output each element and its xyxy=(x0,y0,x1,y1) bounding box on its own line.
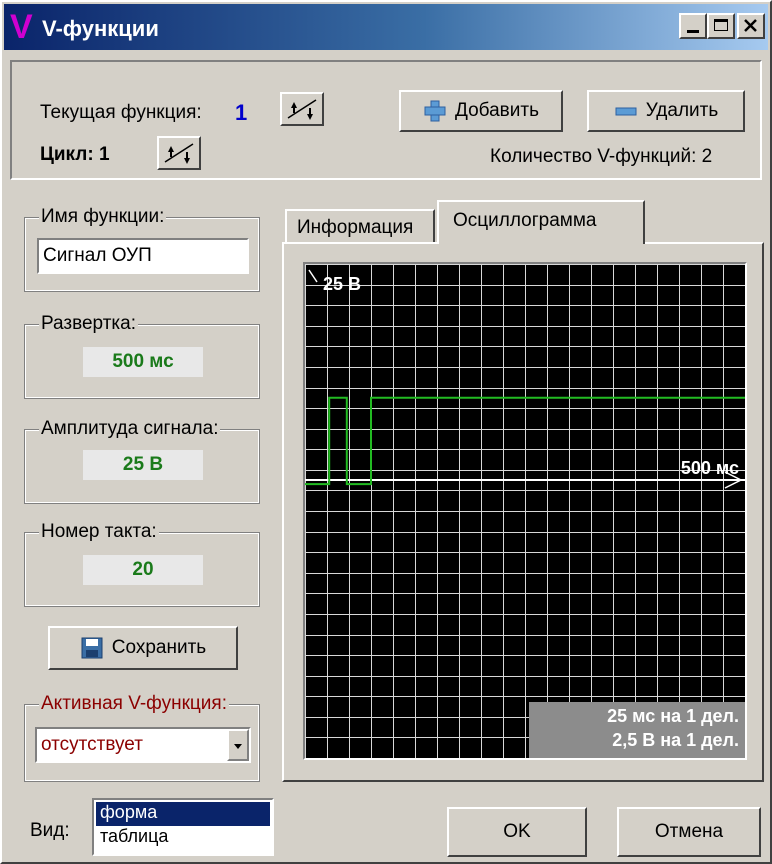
current-function-label: Текущая функция: xyxy=(40,102,202,123)
sweep-label: Развертка: xyxy=(39,313,138,335)
active-function-value: отсутствует xyxy=(41,734,143,755)
add-button-label: Добавить xyxy=(455,100,539,121)
chevron-down-icon xyxy=(234,744,242,749)
tact-number-label: Номер такта: xyxy=(39,521,159,543)
amplitude-value: 25 В xyxy=(83,450,203,480)
view-option-table[interactable]: таблица xyxy=(96,826,270,850)
scope-grid xyxy=(305,264,745,758)
window-title: V-функции xyxy=(42,16,159,41)
time-scale-label: 25 мс на 1 дел. xyxy=(607,706,739,726)
delete-button[interactable]: Удалить xyxy=(587,90,745,132)
tact-number-value: 20 xyxy=(83,555,203,585)
minus-icon xyxy=(615,107,637,116)
function-name-label: Имя функции: xyxy=(39,206,167,228)
current-function-spinner[interactable] xyxy=(280,92,324,126)
sweep-value: 500 мс xyxy=(83,347,203,377)
tab-information-label: Информация xyxy=(297,217,414,238)
minimize-button[interactable] xyxy=(679,13,707,39)
close-button[interactable] xyxy=(737,13,765,39)
cancel-button[interactable]: Отмена xyxy=(617,807,761,857)
amplitude-group: Амплитуда сигнала: 25 В xyxy=(24,418,260,504)
cycle-label: Цикл: 1 xyxy=(40,144,110,165)
maximize-button[interactable] xyxy=(707,13,735,39)
scale-info-box: 25 мс на 1 дел. 2,5 В на 1 дел. xyxy=(529,702,745,758)
active-function-group: Активная V-функция: отсутствует xyxy=(24,693,260,782)
save-button[interactable]: Сохранить xyxy=(48,626,238,670)
volt-scale-label: 2,5 В на 1 дел. xyxy=(612,730,739,750)
plus-icon xyxy=(424,100,446,122)
add-button[interactable]: Добавить xyxy=(399,90,563,132)
oscilloscope-plot xyxy=(305,264,745,758)
function-count-label: Количество V-функций: 2 xyxy=(490,146,713,167)
tab-panel: 25 В 500 мс 25 мс на 1 дел. 2,5 В на 1 д… xyxy=(282,242,764,782)
ok-button[interactable]: OK xyxy=(447,807,587,857)
view-label: Вид: xyxy=(30,820,70,841)
save-button-label: Сохранить xyxy=(111,637,207,658)
tact-number-group: Номер такта: 20 xyxy=(24,521,260,607)
active-function-label: Активная V-функция: xyxy=(39,693,229,715)
v-functions-window: V V-функции Текущая функция: 1 Цикл: 1 Д… xyxy=(0,0,772,864)
y-axis-marker xyxy=(308,269,318,283)
updown-arrows-icon xyxy=(287,99,317,120)
maximize-icon xyxy=(714,19,728,31)
dropdown-button[interactable] xyxy=(227,729,249,761)
header-panel: Текущая функция: 1 Цикл: 1 Добавить Удал… xyxy=(10,60,762,180)
sweep-group: Развертка: 500 мс xyxy=(24,313,260,399)
view-option-form[interactable]: форма xyxy=(96,802,270,826)
view-listbox[interactable]: форма таблица xyxy=(92,798,274,856)
amplitude-label: Амплитуда сигнала: xyxy=(39,418,221,440)
y-axis-label: 25 В xyxy=(323,274,362,294)
title-bar[interactable]: V V-функции xyxy=(4,4,768,50)
floppy-disk-icon xyxy=(81,637,103,659)
function-name-group: Имя функции: Сигнал ОУП xyxy=(24,206,260,292)
updown-arrows-icon xyxy=(164,143,194,164)
cycle-spinner[interactable] xyxy=(157,136,201,170)
oscilloscope-screen: 25 В 500 мс 25 мс на 1 дел. 2,5 В на 1 д… xyxy=(303,262,747,760)
tab-oscillogram[interactable]: Осциллограмма xyxy=(437,200,645,244)
close-icon xyxy=(744,19,757,32)
minimize-icon xyxy=(687,30,699,33)
active-function-select[interactable]: отсутствует xyxy=(35,727,251,763)
tab-information[interactable]: Информация xyxy=(285,209,435,243)
current-function-value: 1 xyxy=(235,100,248,125)
delete-button-label: Удалить xyxy=(645,100,719,121)
tab-oscillogram-label: Осциллограмма xyxy=(453,210,597,231)
app-logo-icon: V xyxy=(10,8,33,46)
function-name-input[interactable]: Сигнал ОУП xyxy=(37,238,249,274)
x-axis-label: 500 мс xyxy=(680,458,739,478)
